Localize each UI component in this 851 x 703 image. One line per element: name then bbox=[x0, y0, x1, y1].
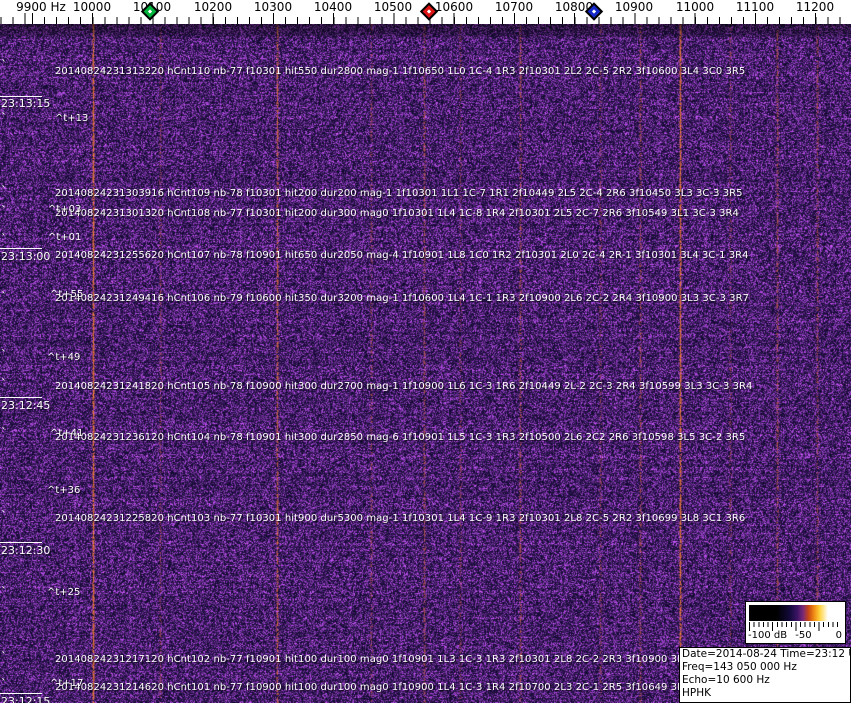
time-axis-label: 23:12:45 bbox=[1, 399, 51, 412]
time-axis-label: 23:13:15 bbox=[1, 97, 51, 110]
time-tick-line bbox=[0, 693, 42, 694]
echo-log-line: 20140824231241820 hCnt105 nb-78 f10900 h… bbox=[55, 381, 753, 392]
freq-tick-label: 10700 bbox=[494, 0, 534, 14]
hphk-app-window: 9900 Hz 10000 10100 10200 10300 10400 10… bbox=[0, 0, 851, 703]
echo-log-line: 20140824231217120 hCnt102 nb-77 f10901 h… bbox=[55, 654, 716, 665]
echo-log-line: 20140824231249416 hCnt106 nb-79 f10600 h… bbox=[55, 293, 749, 304]
station-id-line: HPHK bbox=[682, 687, 712, 699]
time-offset-marker: ^t+55 bbox=[50, 289, 84, 300]
edge-event-mark: ` bbox=[1, 585, 7, 599]
freq-tick-label: 10500 bbox=[373, 0, 413, 14]
edge-event-mark: ` bbox=[1, 377, 7, 391]
edge-event-mark: ` bbox=[1, 58, 7, 72]
time-offset-marker: ^t+25 bbox=[47, 587, 81, 598]
time-tick-line bbox=[0, 248, 42, 249]
freq-tick-label: 11200 bbox=[795, 0, 835, 14]
date-time-line: Date=2014-08-24 Time=23:12 UTC bbox=[682, 648, 851, 660]
echo-log-line: 20140824231214620 hCnt101 nb-77 f10900 h… bbox=[55, 682, 713, 693]
edge-event-mark: ` bbox=[1, 677, 7, 691]
time-offset-marker: ^t+01 bbox=[48, 232, 82, 243]
time-offset-marker: ^t+17 bbox=[50, 678, 84, 689]
echo-log-line: 20140824231255620 hCnt107 nb-78 f10901 h… bbox=[55, 250, 749, 261]
freq-tick-label: 10200 bbox=[193, 0, 233, 14]
echo-frequency-line: Echo=10 600 Hz bbox=[682, 674, 770, 686]
edge-event-mark: ` bbox=[1, 509, 7, 523]
db-scale-legend: -100 dB -50 0 bbox=[745, 601, 846, 644]
status-info-box: Date=2014-08-24 Time=23:12 UTC Freq=143 … bbox=[679, 647, 851, 703]
edge-event-mark: ` bbox=[1, 650, 7, 664]
spectrogram-canvas bbox=[0, 24, 851, 703]
edge-event-mark: ` bbox=[1, 232, 7, 246]
db-gradient-bar bbox=[749, 605, 842, 621]
echo-log-line: 20140824231225820 hCnt103 nb-77 f10301 h… bbox=[55, 513, 746, 524]
edge-event-mark: ` bbox=[1, 348, 7, 362]
edge-event-mark: ` bbox=[1, 290, 7, 304]
db-mid-label: -50 bbox=[795, 630, 812, 641]
freq-tick-label: 10400 bbox=[313, 0, 353, 14]
freq-tick-label: 10600 bbox=[434, 0, 474, 14]
echo-log-line: 20140824231313220 hCnt110 nb-77 f10301 h… bbox=[55, 66, 746, 77]
echo-log-line: 20140824231301320 hCnt108 nb-77 f10301 h… bbox=[55, 208, 739, 219]
edge-event-mark: ` bbox=[1, 111, 7, 125]
edge-event-mark: ` bbox=[1, 204, 7, 218]
freq-tick-label: 11000 bbox=[675, 0, 715, 14]
edge-event-mark: ` bbox=[1, 426, 7, 440]
db-max-label: 0 bbox=[835, 630, 842, 641]
freq-tick-label: 10300 bbox=[253, 0, 293, 14]
time-axis-label: 23:12:30 bbox=[1, 544, 51, 557]
time-tick-line bbox=[0, 542, 42, 543]
time-offset-marker: ^t+03 bbox=[48, 204, 82, 215]
freq-tick-label: 10900 bbox=[614, 0, 654, 14]
time-offset-marker: ^t+41 bbox=[50, 428, 84, 439]
time-offset-marker: ^t+36 bbox=[47, 485, 81, 496]
freq-tick-label: 11100 bbox=[735, 0, 775, 14]
echo-log-line: 20140824231303916 hCnt109 nb-78 f10301 h… bbox=[55, 188, 743, 199]
time-offset-marker: ^t+13 bbox=[55, 113, 89, 124]
echo-log-line: 20140824231236120 hCnt104 nb-78 f10901 h… bbox=[55, 432, 746, 443]
time-offset-marker: ^t+49 bbox=[47, 352, 81, 363]
freq-tick-label: 10000 bbox=[72, 0, 112, 14]
time-axis-label: 23:13:00 bbox=[1, 250, 51, 263]
time-axis-label: 23:12:15 bbox=[1, 695, 51, 703]
frequency-ruler: 9900 Hz 10000 10100 10200 10300 10400 10… bbox=[0, 0, 851, 24]
edge-event-mark: ` bbox=[1, 184, 7, 198]
frequency-line: Freq=143 050 000 Hz bbox=[682, 661, 797, 673]
db-scale-labels: -100 dB -50 0 bbox=[746, 630, 845, 642]
db-min-label: -100 dB bbox=[748, 630, 788, 641]
freq-tick-label: 9900 Hz bbox=[16, 0, 66, 14]
time-tick-line bbox=[0, 397, 42, 398]
